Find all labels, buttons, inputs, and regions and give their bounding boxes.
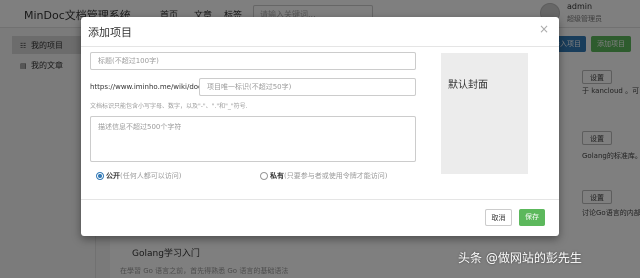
public-radio[interactable] xyxy=(96,172,104,180)
save-button[interactable]: 保存 xyxy=(519,209,545,226)
add-project-modal: 添加项目 × https://www.iminho.me/wiki/docs/ … xyxy=(81,17,559,236)
public-hint: (任何人都可以访问) xyxy=(120,172,182,180)
cancel-button[interactable]: 取消 xyxy=(485,209,512,226)
private-hint: (只要参与者或使用令牌才能访问) xyxy=(284,172,388,180)
public-radio-label[interactable]: 公开(任何人都可以访问) xyxy=(106,171,181,181)
private-radio[interactable] xyxy=(260,172,268,180)
public-label: 公开 xyxy=(106,172,120,180)
close-icon[interactable]: × xyxy=(539,22,549,36)
private-label: 私有 xyxy=(270,172,284,180)
identifier-help-text: 文档标识只能包含小写字母、数字，以及"-"、"."和"_"符号. xyxy=(90,103,248,110)
cover-image-upload[interactable]: 默认封面 xyxy=(441,53,528,174)
cover-label: 默认封面 xyxy=(448,80,488,91)
project-title-input[interactable] xyxy=(90,52,416,70)
private-radio-label[interactable]: 私有(只要参与者或使用令牌才能访问) xyxy=(270,171,387,181)
modal-header: 添加项目 × xyxy=(81,17,559,47)
modal-title: 添加项目 xyxy=(88,26,132,39)
project-description-input[interactable] xyxy=(90,116,416,162)
watermark-text: 头条 @做网站的彭先生 xyxy=(458,251,582,265)
project-identifier-input[interactable] xyxy=(199,78,416,96)
url-prefix: https://www.iminho.me/wiki/docs/ xyxy=(90,83,208,91)
